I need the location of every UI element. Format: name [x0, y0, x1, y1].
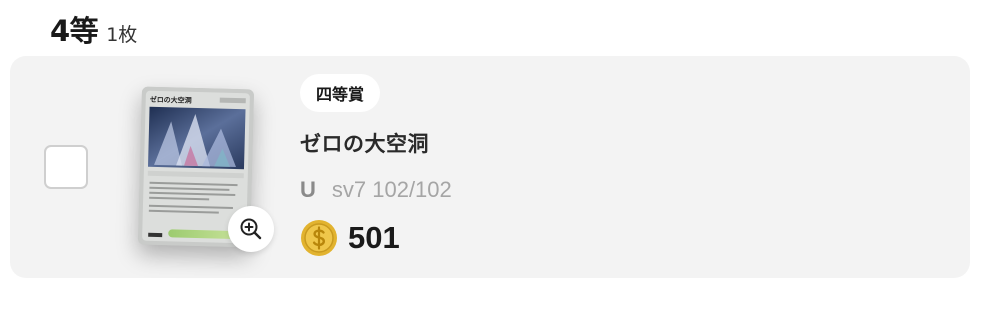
card-meta: U sv7 102/102 [300, 177, 452, 203]
section-header: 4等 1枚 [50, 8, 137, 48]
card-row: ゼロの大空洞 四等賞 ゼロの大空洞 U sv7 102/102 501 [10, 56, 970, 278]
prize-badge: 四等賞 [300, 74, 381, 112]
select-checkbox[interactable] [44, 145, 88, 189]
card-name: ゼロの大空洞 [300, 132, 429, 156]
thumbnail-title: ゼロの大空洞 [150, 95, 192, 105]
coin-icon [301, 220, 337, 256]
price: 501 [300, 219, 400, 257]
zoom-button[interactable] [228, 206, 274, 252]
price-value: 501 [348, 220, 400, 255]
zoom-in-icon [240, 218, 262, 240]
rarity-label: U [300, 177, 316, 202]
rank-title: 4等 [50, 14, 99, 48]
set-number: sv7 102/102 [331, 177, 452, 202]
count-label: 1枚 [106, 24, 138, 46]
